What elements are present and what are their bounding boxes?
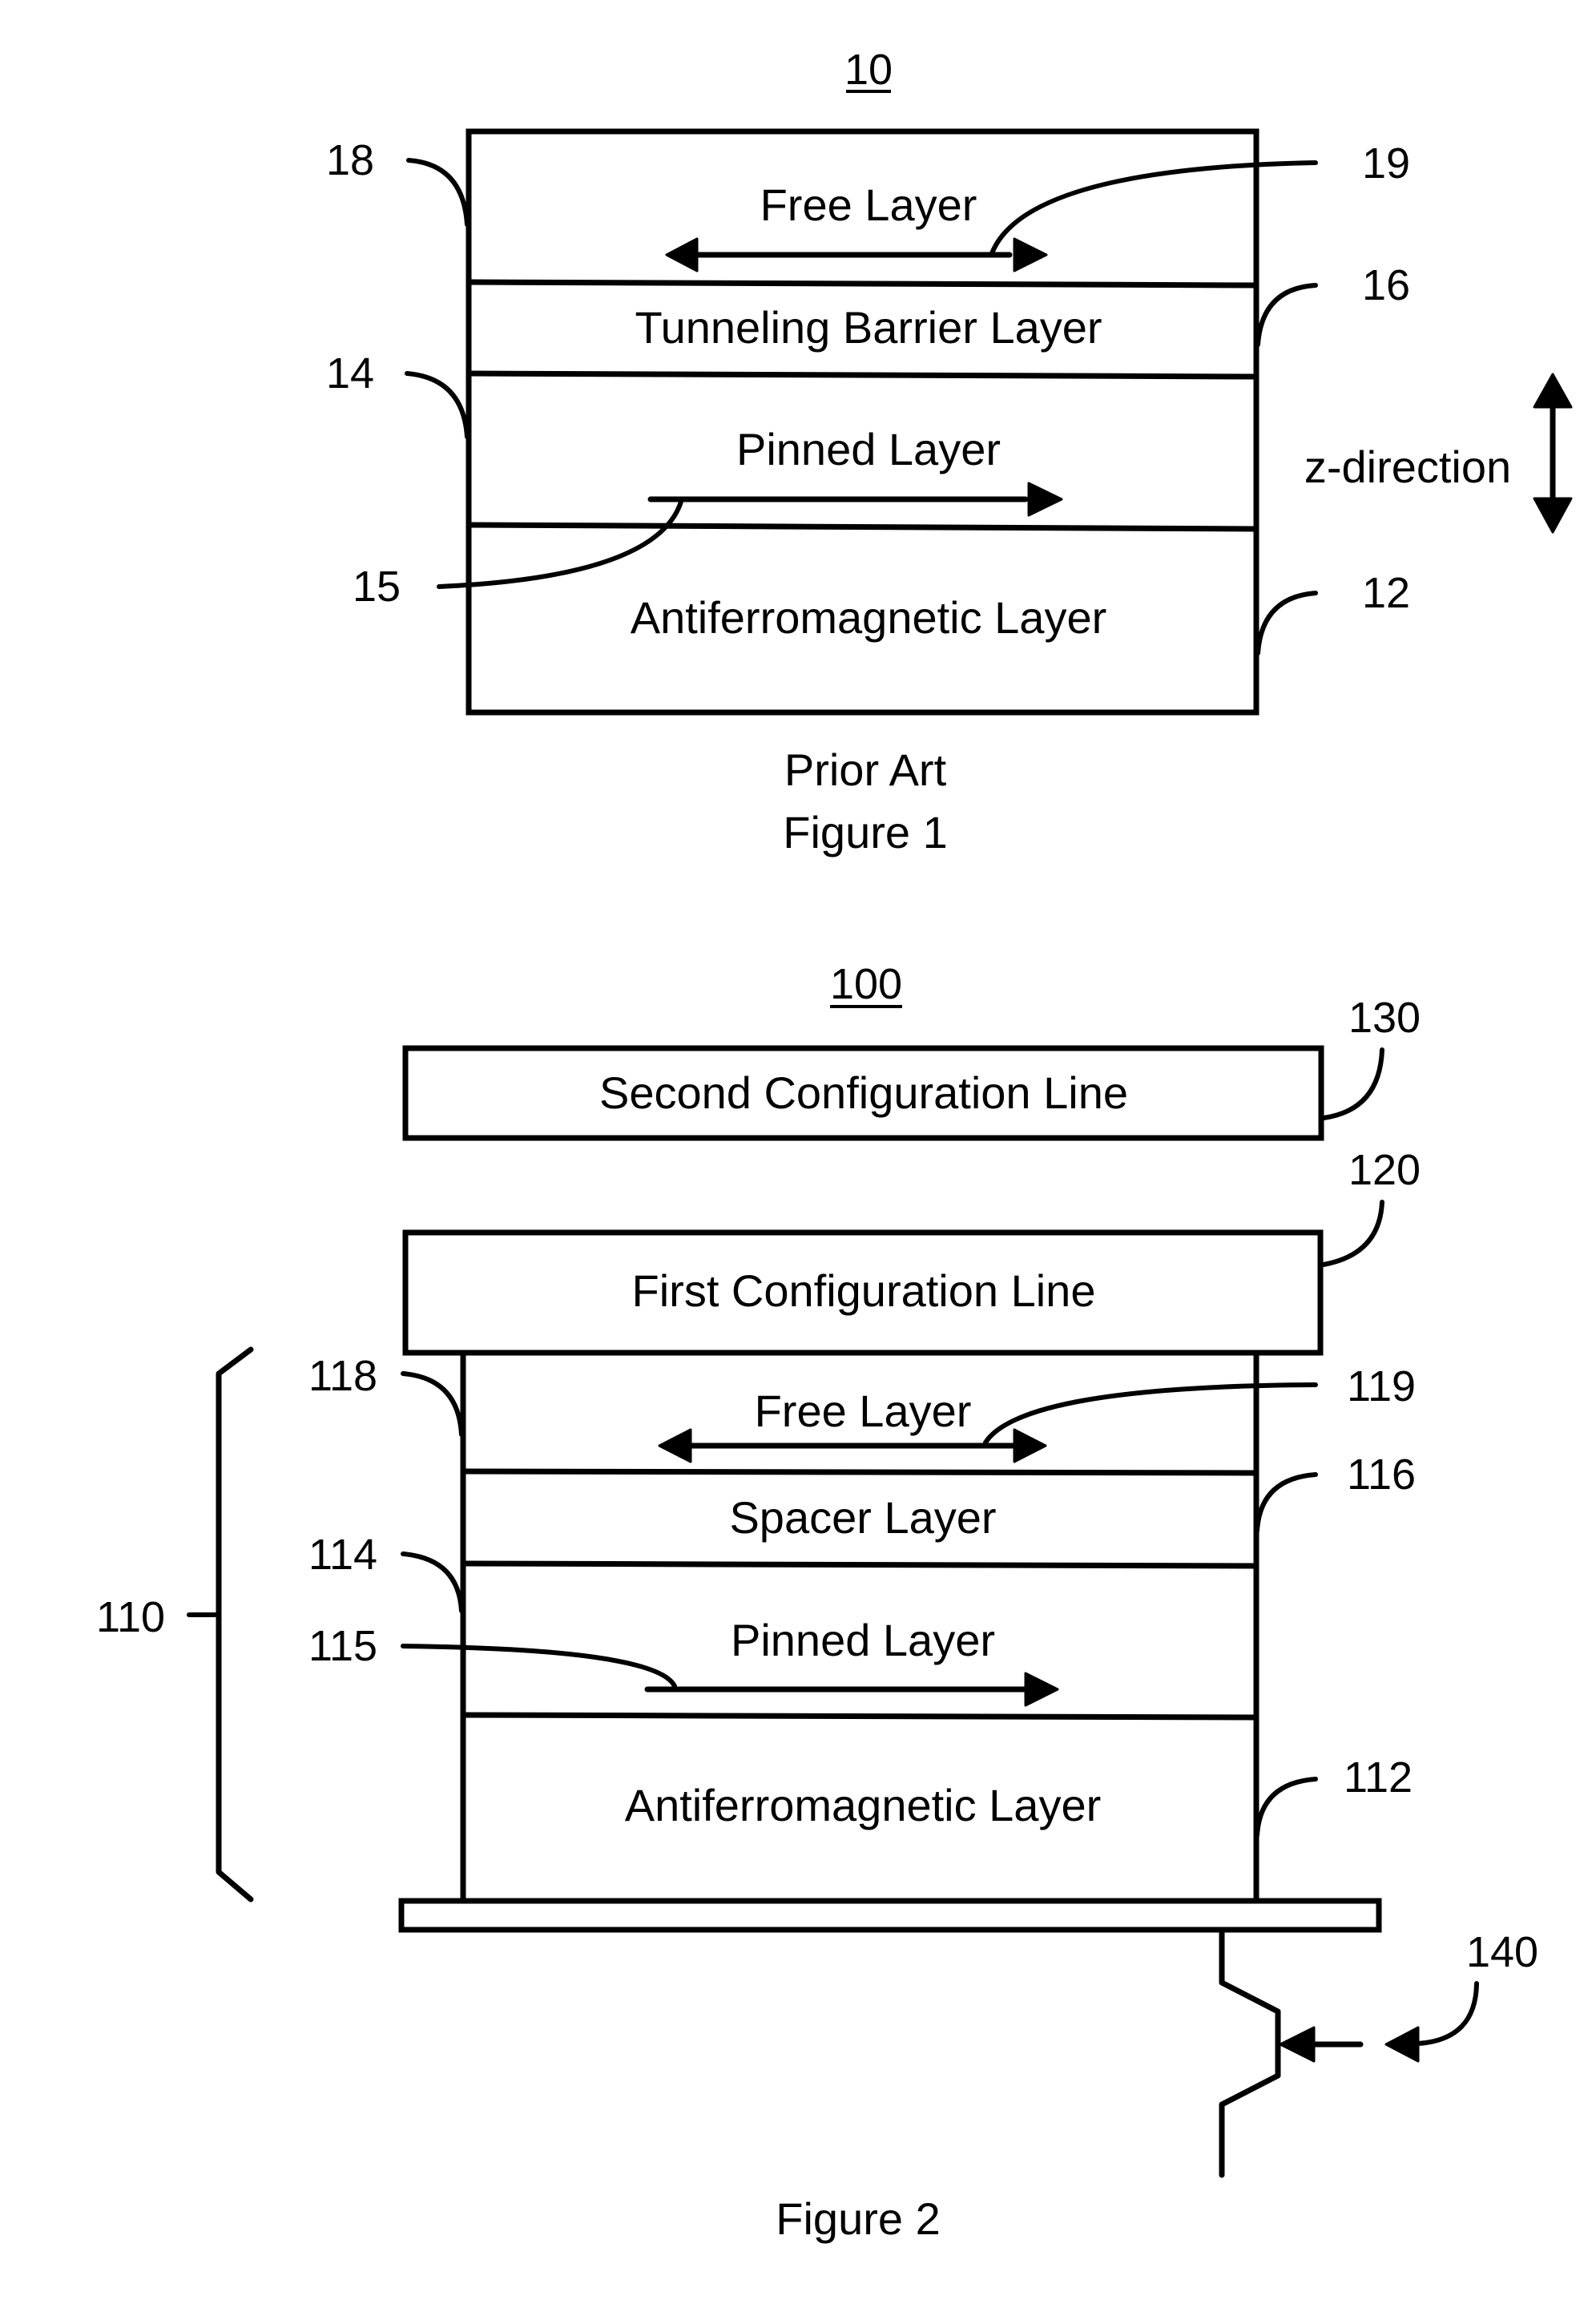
fig2-leader-115: [401, 1644, 677, 1689]
fig1-ref-19: 19: [1362, 139, 1410, 188]
stack-bracket: [216, 1346, 254, 1903]
fig1-antiferromagnetic-label: Antiferromagnetic Layer: [631, 592, 1107, 643]
fig2-leader-120: [1321, 1200, 1384, 1267]
fig1-ref-number: 10: [844, 46, 893, 94]
fig1-ref-16: 16: [1362, 261, 1410, 309]
fig1-leader-12: [1255, 591, 1318, 656]
fig1-ref-12: 12: [1362, 569, 1410, 617]
patent-drawing-sheet: 10 Free Layer Tunneling Barrier Layer Pi…: [96, 46, 1573, 2244]
fig2-ref-118: 118: [308, 1352, 377, 1400]
bottom-electrode: [398, 1898, 1382, 1933]
fig1-ref-14: 14: [326, 349, 374, 397]
fig1-leader-14: [405, 371, 470, 439]
fig2-spacer-layer-label: Spacer Layer: [729, 1492, 996, 1543]
transistor-icon: [1219, 1928, 1364, 2178]
fig1-tunnel-pinned-boundary: [466, 370, 1259, 380]
fig2-ref-110: 110: [96, 1593, 165, 1641]
fig1-free-tunnel-boundary: [466, 279, 1259, 289]
fig1-leader-18: [406, 158, 470, 227]
fig1-prior-art-caption: Prior Art: [784, 744, 947, 795]
fig1-pinned-afm-boundary: [466, 522, 1259, 532]
fig2-leader-119: [983, 1382, 1318, 1445]
fig2-ref-140: 140: [1466, 1928, 1538, 1976]
fig2-leader-130: [1321, 1047, 1384, 1120]
fig1-free-layer-label: Free Layer: [760, 180, 977, 230]
fig2-leader-112: [1255, 1777, 1318, 1838]
fig2-pinned-magnetization-arrow-icon: [644, 1672, 1059, 1707]
fig2-ref-116: 116: [1347, 1451, 1416, 1499]
fig2-ref-115: 115: [308, 1622, 377, 1670]
fig1-ref-18: 18: [326, 136, 374, 184]
fig2-ref-112: 112: [1344, 1753, 1413, 1802]
fig2-antiferromagnetic-label: Antiferromagnetic Layer: [625, 1780, 1102, 1830]
fig2-leader-118: [401, 1371, 464, 1437]
fig2-ref-130: 130: [1348, 994, 1421, 1042]
z-direction-label: z-direction: [1304, 442, 1511, 492]
z-direction-arrow-icon: [1533, 373, 1573, 534]
fig1-leader-16: [1255, 283, 1318, 347]
fig2-ref-120: 120: [1348, 1146, 1421, 1194]
fig2-pinned-afm-boundary: [460, 1712, 1259, 1721]
fig2-free-layer-label: Free Layer: [755, 1386, 972, 1436]
fig2-spacer-pinned-boundary: [460, 1560, 1259, 1569]
fig2-leader-114: [401, 1551, 464, 1613]
fig2-ref-119: 119: [1347, 1362, 1416, 1410]
fig2-pinned-layer-label: Pinned Layer: [731, 1615, 995, 1665]
fig2-caption: Figure 2: [776, 2193, 940, 2244]
fig1-tunneling-barrier-label: Tunneling Barrier Layer: [635, 302, 1102, 353]
fig2-free-spacer-boundary: [460, 1468, 1259, 1476]
second-configuration-line-label: Second Configuration Line: [599, 1067, 1128, 1118]
fig2-ref-number: 100: [830, 960, 902, 1008]
transistor-gate-input-arrow-icon: [1384, 1981, 1479, 2063]
first-configuration-line-label: First Configuration Line: [632, 1265, 1096, 1316]
fig2-ref-114: 114: [308, 1531, 377, 1579]
fig2-leader-116: [1255, 1472, 1318, 1533]
fig1-pinned-layer-label: Pinned Layer: [736, 424, 1001, 474]
fig1-caption: Figure 1: [783, 807, 947, 857]
figure-2: 100 Second Configuration Line 130 First …: [96, 960, 1538, 2244]
fig1-ref-15: 15: [353, 563, 401, 611]
figure-1: 10 Free Layer Tunneling Barrier Layer Pi…: [326, 46, 1573, 857]
